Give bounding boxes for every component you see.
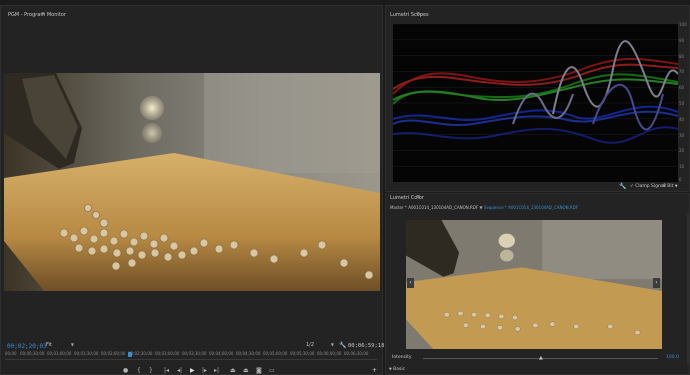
scale-label: 20 bbox=[679, 148, 685, 154]
step-back-button[interactable]: ◂| bbox=[177, 367, 182, 374]
source-clip-label[interactable]: Master * A001C014_130104AD_CANON.RDF bbox=[390, 205, 478, 210]
program-monitor-tab[interactable]: PGM - Program Monitor bbox=[8, 12, 66, 18]
go-to-in-button[interactable]: |◂ bbox=[164, 367, 169, 374]
duration-timecode: 00;06;59;18 bbox=[348, 343, 385, 349]
checkmark-icon: ✓ bbox=[630, 184, 634, 189]
time-ruler[interactable]: 00;00 00;00;30;00 00;01;00;00 00;01;30;0… bbox=[5, 351, 377, 359]
chevron-down-icon: ▼ bbox=[479, 205, 483, 210]
ruler-tick: 00;06;00;00 bbox=[317, 351, 342, 356]
basic-section-header[interactable]: ▼ Basic bbox=[389, 367, 405, 372]
tab-menu-icon[interactable]: ≡ bbox=[416, 11, 420, 17]
scale-label: 30 bbox=[679, 132, 685, 138]
ruler-tick: 00;00;30;00 bbox=[20, 351, 45, 356]
sequence-clip-label[interactable]: Sequence * A001C014_130104AD_CANON.RDF bbox=[484, 205, 578, 210]
add-marker-button[interactable]: ● bbox=[123, 367, 128, 374]
bit-depth-select[interactable]: 8 Bit ▼ bbox=[663, 184, 678, 189]
clamp-signal-label: Clamp Signal bbox=[635, 184, 665, 189]
export-frame-button[interactable]: ◙ bbox=[256, 367, 262, 374]
scale-label: 60 bbox=[679, 85, 685, 91]
clamp-signal-checkbox[interactable]: ✓ Clamp Signal bbox=[630, 184, 665, 189]
scale-label: 50 bbox=[679, 101, 685, 106]
mark-out-button[interactable]: } bbox=[149, 367, 153, 374]
waveform-scope bbox=[393, 24, 678, 182]
tab-menu-icon[interactable]: ≡ bbox=[41, 11, 45, 17]
ruler-tick: 00;04;30;00 bbox=[236, 351, 261, 356]
chevron-down-icon: ▼ bbox=[674, 184, 678, 188]
comparison-view-button[interactable]: ▭ bbox=[269, 367, 275, 374]
program-video-frame bbox=[4, 73, 380, 291]
play-button[interactable]: ▶ bbox=[190, 367, 195, 374]
ruler-tick: 00;00 bbox=[5, 351, 17, 356]
lift-button[interactable]: ⏏ bbox=[230, 367, 236, 374]
chevron-down-icon: ▼ bbox=[389, 367, 392, 371]
look-preview-image bbox=[406, 220, 662, 349]
scope-scale: 100 90 80 70 60 50 40 30 20 10 0 bbox=[679, 22, 690, 184]
timeline-track bbox=[5, 359, 377, 360]
lumetri-scopes-panel: Lumetri Scopes ≡ 100 90 80 70 60 50 40 3… bbox=[385, 5, 690, 192]
ruler-tick: 00;03;00;00 bbox=[155, 351, 180, 356]
extract-button[interactable]: ⏏ bbox=[243, 367, 249, 374]
lumetri-color-panel: Lumetri Color ≡ Master * A001C014_130104… bbox=[385, 193, 690, 375]
scale-label: 40 bbox=[679, 116, 685, 122]
clip-breadcrumb[interactable]: Master * A001C014_130104AD_CANON.RDF ▼ S… bbox=[390, 205, 578, 210]
ruler-tick: 00;01;00;00 bbox=[47, 351, 72, 356]
add-button[interactable]: + bbox=[372, 367, 377, 374]
chevron-down-icon: ▼ bbox=[70, 342, 74, 347]
ruler-tick: 00;04;00;00 bbox=[209, 351, 234, 356]
ruler-tick: 00;05;00;00 bbox=[263, 351, 288, 356]
scale-label: 10 bbox=[679, 164, 685, 170]
scale-label: 70 bbox=[679, 69, 685, 75]
resolution-select[interactable]: 1/2 ▼ bbox=[306, 342, 334, 350]
program-monitor-panel: PGM - Program Monitor ≡ 00;02;20;03 Fit … bbox=[0, 5, 385, 375]
ruler-tick: 00;06;30;00 bbox=[344, 351, 369, 356]
basic-section-label: Basic bbox=[393, 367, 406, 372]
bit-depth-label: 8 Bit bbox=[663, 184, 674, 189]
next-look-button[interactable]: › bbox=[653, 278, 660, 288]
ruler-tick: 00;02;30;00 bbox=[128, 351, 153, 356]
wrench-icon[interactable]: 🔧 bbox=[339, 342, 346, 349]
zoom-select[interactable]: Fit ▼ bbox=[46, 342, 74, 350]
go-to-out-button[interactable]: ▸| bbox=[214, 367, 219, 374]
resolution-label: 1/2 bbox=[306, 342, 315, 348]
step-forward-button[interactable]: |▸ bbox=[202, 367, 207, 374]
zoom-label: Fit bbox=[46, 342, 52, 348]
scale-label: 0 bbox=[679, 177, 682, 182]
tab-menu-icon[interactable]: ≡ bbox=[416, 194, 420, 200]
mark-in-button[interactable]: { bbox=[137, 367, 141, 374]
scale-label: 100 bbox=[679, 22, 687, 27]
intensity-value[interactable]: 100.0 bbox=[666, 355, 679, 360]
prev-look-button[interactable]: ‹ bbox=[407, 278, 414, 288]
wrench-icon[interactable]: 🔧 bbox=[619, 183, 626, 190]
ruler-tick: 00;03;30;00 bbox=[182, 351, 207, 356]
intensity-slider-handle[interactable]: ▲ bbox=[539, 355, 543, 361]
scale-label: 90 bbox=[679, 37, 685, 43]
lumetri-scopes-tab[interactable]: Lumetri Scopes bbox=[390, 12, 429, 18]
ruler-tick: 00;02;00;00 bbox=[101, 351, 126, 356]
playhead[interactable] bbox=[127, 352, 132, 357]
ruler-tick: 00;01;30;00 bbox=[74, 351, 99, 356]
scale-label: 80 bbox=[679, 53, 685, 59]
current-timecode[interactable]: 00;02;20;03 bbox=[7, 343, 47, 350]
ruler-tick: 00;05;30;00 bbox=[290, 351, 315, 356]
chevron-down-icon: ▼ bbox=[330, 342, 334, 347]
intensity-label: Intensity bbox=[392, 355, 412, 360]
